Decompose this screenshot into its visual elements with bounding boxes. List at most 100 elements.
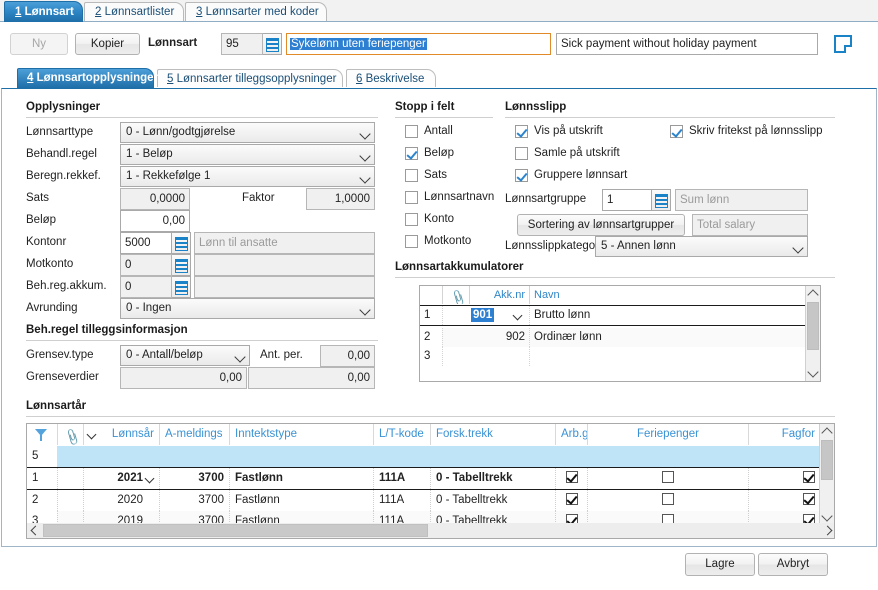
row1-feriepenger-checkbox[interactable] bbox=[662, 471, 674, 483]
newrow-inntektstype[interactable] bbox=[229, 446, 373, 467]
tab-lonnsarter-tilleggsopplysninger[interactable]: 5 Lønnsarter tilleggsopplysninger bbox=[157, 69, 343, 87]
scroll-up-icon[interactable] bbox=[806, 286, 820, 301]
row2-arbg[interactable] bbox=[555, 490, 587, 511]
checkbox-konto[interactable] bbox=[405, 213, 418, 226]
cancel-button[interactable]: Avbryt bbox=[758, 553, 828, 576]
grenseverdier-input-1[interactable]: 0,00 bbox=[120, 367, 247, 389]
lonnsart-name-input[interactable]: Sykelønn uten feriepenger bbox=[286, 33, 551, 55]
row2-lonnsar[interactable]: 2020 bbox=[83, 490, 159, 511]
sortering-av-lonnsartgrupper-button[interactable]: Sortering av lønnsartgrupper bbox=[517, 214, 685, 236]
new-button[interactable]: Ny bbox=[10, 33, 68, 55]
behregakkum-input[interactable]: 0 bbox=[120, 276, 172, 298]
akk-table-row[interactable]: 1 901 Brutto lønn bbox=[420, 305, 820, 326]
motkonto-input[interactable]: 0 bbox=[120, 254, 172, 276]
checkbox-motkonto[interactable] bbox=[405, 235, 418, 248]
row2-arbg-checkbox[interactable] bbox=[565, 493, 578, 505]
table-row[interactable]: 1 2021 3700 Fastlønn 111A 0 - Tabelltrek… bbox=[27, 467, 834, 490]
behandlregel-select[interactable]: 1 - Beløp bbox=[120, 144, 375, 165]
col-feriepenger[interactable]: Feriepenger bbox=[587, 424, 748, 445]
checkbox-samle-pa-utskrift[interactable] bbox=[515, 147, 528, 160]
checkbox-lonnsartnavn[interactable] bbox=[405, 191, 418, 204]
akkumulatorer-grid[interactable]: 📎 Akk.nr Navn 1 901 Brutto lønn 2 902 Or… bbox=[419, 285, 821, 382]
akk-row1-akknr-editor[interactable]: 901 bbox=[469, 306, 529, 325]
table-row-new[interactable]: 5 bbox=[27, 446, 834, 467]
checkbox-vis-pa-utskrift[interactable] bbox=[515, 125, 528, 138]
newrow-ltkode[interactable] bbox=[373, 446, 430, 467]
row2-feriepenger-checkbox[interactable] bbox=[662, 493, 674, 505]
newrow-arbg[interactable] bbox=[555, 446, 587, 467]
beregnrekkef-select[interactable]: 1 - Rekkefølge 1 bbox=[120, 166, 375, 187]
belop-input[interactable]: 0,00 bbox=[120, 210, 190, 232]
lonnsart-english-name-input[interactable]: Sick payment without holiday payment bbox=[556, 33, 818, 55]
newrow-ameldings[interactable] bbox=[159, 446, 229, 467]
tab-lonnsartopplysninger[interactable]: 4 Lønnsartopplysninger bbox=[17, 68, 158, 88]
table-row[interactable]: 2 2020 3700 Fastlønn 111A 0 - Tabelltrek… bbox=[27, 490, 834, 511]
lonnsartar-table[interactable]: 📎 Lønnsår A-meldings Inntektstype L/T-ko… bbox=[26, 423, 835, 539]
newrow-lonnsar[interactable] bbox=[83, 446, 159, 467]
row1-lonnsar[interactable]: 2021 bbox=[83, 468, 159, 489]
tab-lonnsartlister[interactable]: 2 Lønnsartlister bbox=[84, 2, 184, 21]
akkumulatorer-vertical-scrollbar[interactable] bbox=[805, 286, 820, 381]
akk-table-row[interactable]: 3 bbox=[420, 347, 820, 366]
checkbox-belop[interactable] bbox=[405, 147, 418, 160]
newrow-fagfor[interactable] bbox=[748, 446, 820, 467]
col-forsk-trekk[interactable]: Forsk.trekk bbox=[430, 424, 555, 445]
tab-beskrivelse[interactable]: 6 Beskrivelse bbox=[346, 69, 436, 87]
col-lt-kode[interactable]: L/T-kode bbox=[373, 424, 430, 445]
scroll-left-icon[interactable] bbox=[27, 523, 42, 538]
checkbox-antall[interactable] bbox=[405, 125, 418, 138]
lonnsarttype-select[interactable]: 0 - Lønn/godtgjørelse bbox=[120, 122, 375, 143]
checkbox-skriv-fritekst[interactable] bbox=[670, 125, 683, 138]
lonnsartar-horizontal-scrollbar[interactable] bbox=[27, 523, 834, 538]
col-inntektstype[interactable]: Inntektstype bbox=[229, 424, 373, 445]
filter-icon[interactable] bbox=[35, 429, 48, 441]
col-filter[interactable] bbox=[27, 424, 57, 445]
faktor-input[interactable]: 1,0000 bbox=[306, 188, 375, 210]
sats-input[interactable]: 0,0000 bbox=[120, 188, 190, 210]
row2-fagfor-checkbox[interactable] bbox=[803, 493, 815, 505]
checkbox-sats[interactable] bbox=[405, 169, 418, 182]
lonnsartar-scroll-thumb[interactable] bbox=[821, 440, 833, 480]
chevron-down-icon[interactable] bbox=[146, 474, 156, 484]
chevron-down-icon[interactable] bbox=[514, 311, 524, 321]
col-fagfor[interactable]: Fagfor bbox=[748, 424, 820, 445]
save-button[interactable]: Lagre bbox=[685, 553, 755, 576]
avrunding-select[interactable]: 0 - Ingen bbox=[120, 298, 375, 319]
row1-feriepenger[interactable] bbox=[587, 468, 748, 489]
scroll-down-icon[interactable] bbox=[806, 366, 820, 381]
scroll-right-icon[interactable] bbox=[821, 523, 834, 538]
newrow-forsktrekk[interactable] bbox=[430, 446, 555, 467]
note-icon[interactable] bbox=[834, 35, 852, 53]
row1-arbg[interactable] bbox=[555, 468, 587, 489]
lonnsartar-hscroll-thumb[interactable] bbox=[43, 524, 428, 537]
checkbox-gruppere-lonnsart[interactable] bbox=[515, 169, 528, 182]
lonnsart-lookup-button[interactable] bbox=[263, 33, 282, 55]
row1-fagfor[interactable] bbox=[748, 468, 820, 489]
lonnsslippkategori-select[interactable]: 5 - Annen lønn bbox=[595, 236, 808, 257]
akkumulatorer-scroll-thumb[interactable] bbox=[807, 302, 819, 350]
kontonr-lookup-button[interactable] bbox=[172, 232, 191, 254]
lonnsart-number-input[interactable]: 95 bbox=[221, 33, 263, 55]
chevron-down-icon[interactable] bbox=[88, 430, 98, 440]
copy-button[interactable]: Kopier bbox=[75, 33, 140, 55]
lonnsartar-vertical-scrollbar[interactable] bbox=[819, 424, 834, 525]
motkonto-lookup-button[interactable] bbox=[172, 254, 191, 276]
col-arbg[interactable]: Arb.g bbox=[555, 424, 587, 445]
behregakkum-lookup-button[interactable] bbox=[172, 276, 191, 298]
col-ameldings[interactable]: A-meldings bbox=[159, 424, 229, 445]
row2-feriepenger[interactable] bbox=[587, 490, 748, 511]
tab-lonnsarter-med-koder[interactable]: 3 Lønnsarter med koder bbox=[185, 2, 327, 21]
grensevtype-select[interactable]: 0 - Antall/beløp bbox=[120, 345, 250, 366]
row1-arbg-checkbox[interactable] bbox=[565, 471, 578, 483]
scroll-up-icon[interactable] bbox=[820, 424, 834, 439]
row1-fagfor-checkbox[interactable] bbox=[803, 471, 815, 483]
row2-fagfor[interactable] bbox=[748, 490, 820, 511]
col-lonnsar[interactable]: Lønnsår bbox=[83, 424, 159, 445]
newrow-feriepenger[interactable] bbox=[587, 446, 748, 467]
lonnsartgruppe-lookup-button[interactable] bbox=[652, 189, 671, 211]
tab-lonnsart[interactable]: 1 Lønnsart bbox=[4, 1, 83, 22]
akk-table-row[interactable]: 2 902 Ordinær lønn bbox=[420, 328, 820, 347]
kontonr-input[interactable]: 5000 bbox=[120, 232, 172, 254]
grenseverdier-input-2[interactable]: 0,00 bbox=[248, 367, 375, 389]
antper-input[interactable]: 0,00 bbox=[320, 345, 375, 367]
